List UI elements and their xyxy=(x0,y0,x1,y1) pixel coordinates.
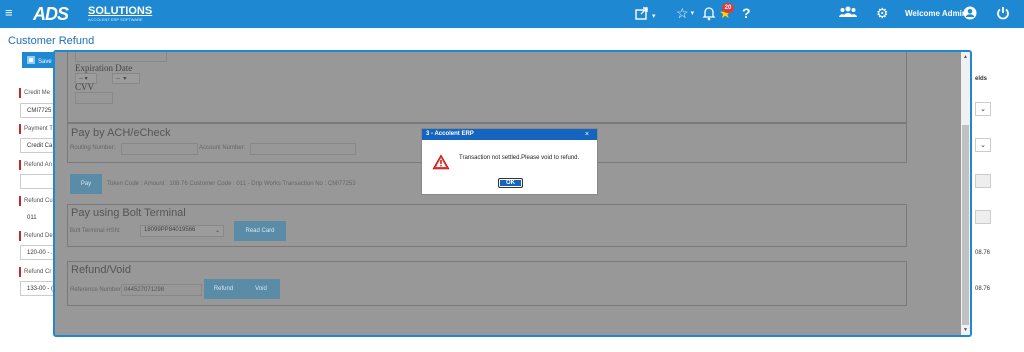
right-dropdown-1[interactable]: ⌄ xyxy=(975,102,991,116)
save-icon xyxy=(27,56,35,64)
scroll-down-arrow-icon[interactable]: ▼ xyxy=(963,327,968,333)
dialog-message: Transaction not settled.Please void to r… xyxy=(459,155,580,161)
scrollbar-thumb[interactable] xyxy=(962,125,969,325)
chevron-down-icon: ⌄ xyxy=(214,228,220,234)
account-label: Account Number: xyxy=(199,145,246,151)
right-field-1 xyxy=(975,174,991,188)
logo-mark: ADS xyxy=(33,4,69,24)
expiration-year-select[interactable]: -- ▾ xyxy=(112,73,140,84)
right-field-2 xyxy=(975,210,991,224)
logo-name: SOLUTIONS xyxy=(88,5,153,17)
save-label: Save xyxy=(38,59,52,65)
ok-button[interactable]: OK xyxy=(498,178,523,188)
routing-number-input[interactable] xyxy=(121,143,198,155)
modal-scrollbar[interactable]: ▲ ▼ xyxy=(961,52,970,335)
void-button[interactable]: Void xyxy=(242,279,280,299)
page-title: Customer Refund xyxy=(8,35,95,47)
share-icon[interactable]: ▾ xyxy=(634,5,656,25)
credit-memo-label: Credit Me xyxy=(19,88,50,98)
users-icon[interactable] xyxy=(839,5,857,22)
warning-icon xyxy=(432,154,450,172)
bolt-title: Pay using Bolt Terminal xyxy=(71,207,186,219)
dialog-title: 3 - Accolent ERP xyxy=(422,129,597,140)
pay-button[interactable]: Pay xyxy=(70,174,102,194)
bolt-hsn-value: 18099PP84019566 xyxy=(144,227,196,233)
cvv-input[interactable] xyxy=(75,92,113,104)
welcome-text: Welcome Admin xyxy=(905,9,967,18)
token-info-text: Token Code : Amount : 108.76 Customer Co… xyxy=(107,181,356,187)
refund-void-title: Refund/Void xyxy=(71,264,131,276)
alert-dialog: 3 - Accolent ERP × Transaction not settl… xyxy=(421,128,598,195)
right-amount-1: 08.76 xyxy=(975,250,991,256)
bolt-hsn-select[interactable]: 18099PP84019566 ⌄ xyxy=(140,225,224,237)
user-account-icon[interactable] xyxy=(963,6,977,23)
routing-label: Routing Number: xyxy=(70,145,116,151)
notification-badge: 20 xyxy=(722,3,734,13)
ach-title: Pay by ACH/eCheck xyxy=(71,127,171,139)
right-dropdown-2[interactable]: ⌄ xyxy=(975,138,991,152)
refund-button[interactable]: Refund xyxy=(204,279,243,299)
read-card-button[interactable]: Read Card xyxy=(234,221,286,241)
refund-debit-label: Refund De xyxy=(19,231,53,241)
power-logout-icon[interactable] xyxy=(996,6,1010,23)
settings-gear-icon[interactable]: ⚙ xyxy=(876,5,889,21)
reference-label: Reference Number: xyxy=(70,287,123,293)
refund-amount-label: Refund An xyxy=(19,160,52,170)
favorite-outline-icon[interactable]: ☆ ▾ xyxy=(676,5,694,22)
right-amount-2: 08.76 xyxy=(975,286,991,292)
logo-tagline: ACCOLENT ERP SOFTWARE xyxy=(88,17,143,22)
card-section xyxy=(67,52,907,123)
reference-value: 044527071298 xyxy=(124,287,165,293)
bolt-hsn-label: Bolt Terminal HSN: xyxy=(70,228,121,234)
account-number-input[interactable] xyxy=(250,143,356,155)
bell-icon[interactable] xyxy=(702,5,716,24)
help-icon[interactable]: ? xyxy=(742,5,751,21)
scroll-up-arrow-icon[interactable]: ▲ xyxy=(963,54,968,60)
card-input[interactable] xyxy=(75,52,167,62)
expiration-label: Expiration Date xyxy=(75,63,133,73)
refund-credit-label: Refund Cr xyxy=(19,267,51,277)
year-value: -- xyxy=(116,76,120,82)
menu-icon[interactable]: ≡ xyxy=(5,5,13,20)
close-icon[interactable]: × xyxy=(585,129,589,140)
fields-header: elds xyxy=(975,76,988,82)
payment-type-label: Payment T xyxy=(19,124,53,134)
top-navbar: ≡ ADS SOLUTIONS ACCOLENT ERP SOFTWARE ▾ … xyxy=(0,0,1024,28)
reference-number-input[interactable]: 044527071298 xyxy=(121,284,202,296)
cvv-label: CVV xyxy=(75,82,95,92)
refund-customer-label: Refund Cu xyxy=(19,196,53,206)
